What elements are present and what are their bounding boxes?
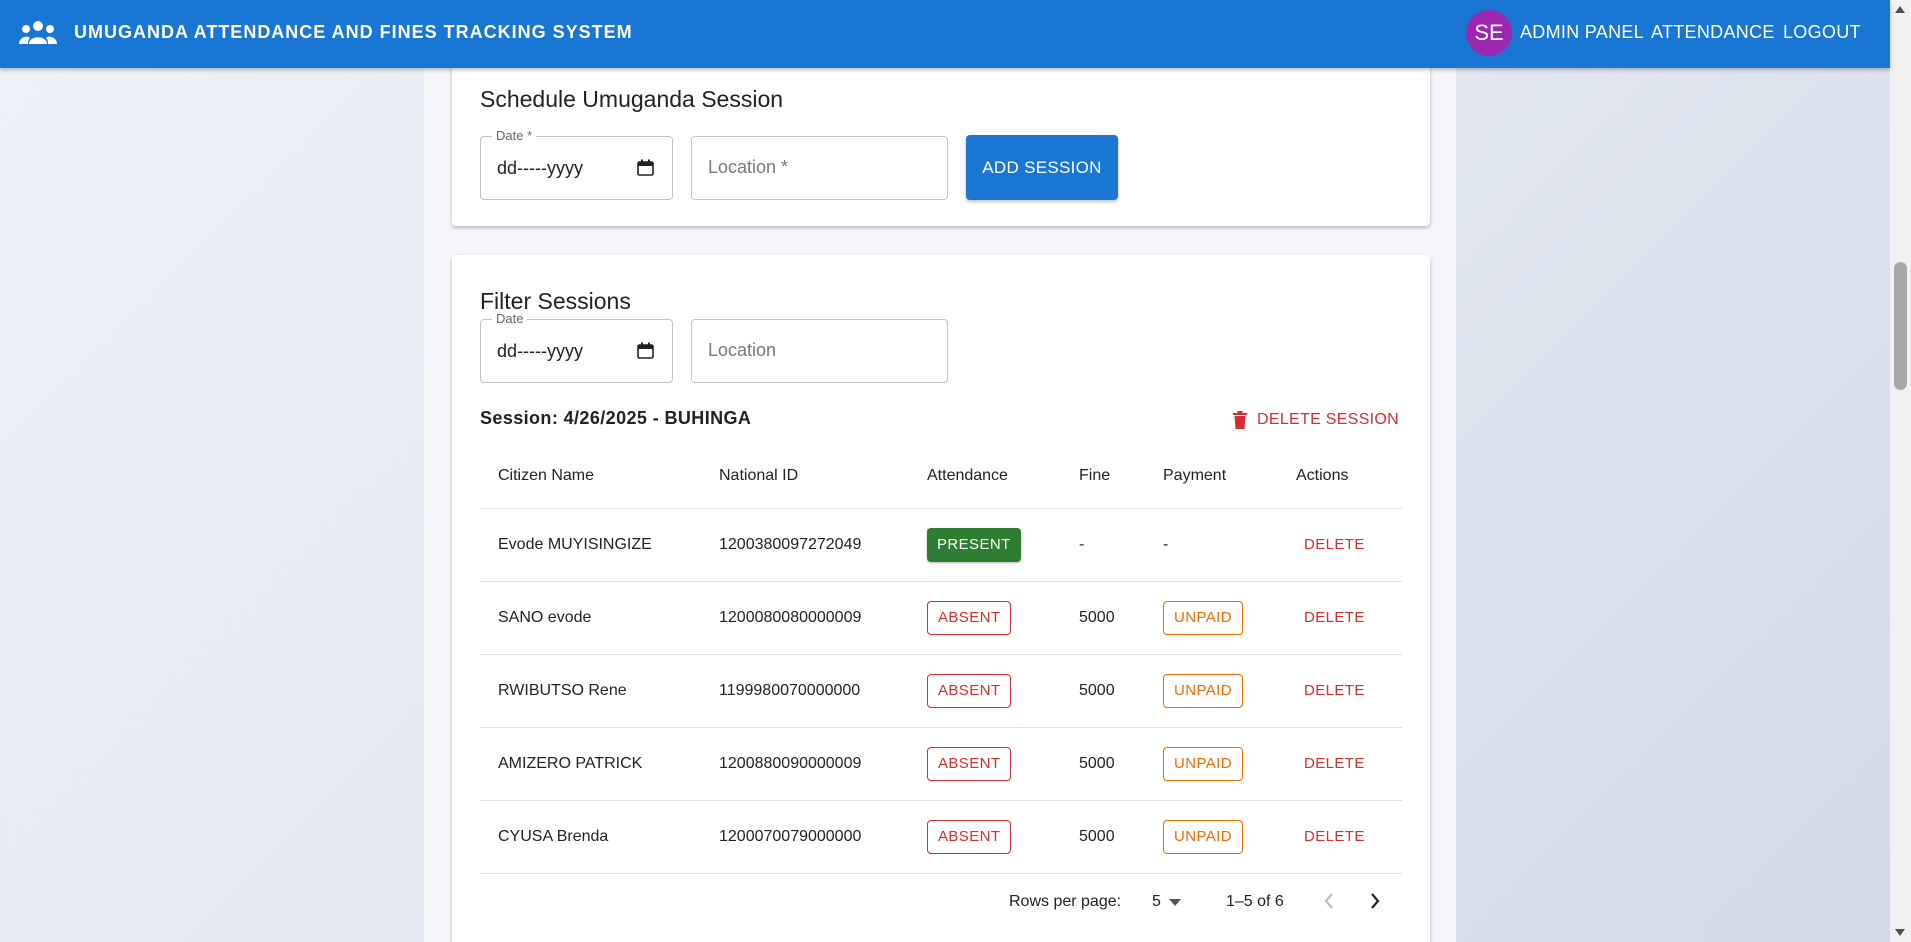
cell-national-id: 1200380097272049	[701, 508, 909, 582]
session-label: Session: 4/26/2025 - BUHINGA	[480, 408, 752, 428]
delete-row-button[interactable]: DELETE	[1296, 609, 1365, 626]
page-scrollbar[interactable]	[1890, 0, 1911, 942]
add-session-button[interactable]: ADD SESSION	[966, 135, 1118, 200]
attendance-absent-chip[interactable]: ABSENT	[927, 600, 1012, 635]
caret-down-icon	[1168, 898, 1181, 906]
cell-citizen-name: CYUSA Brenda	[480, 800, 701, 874]
filter-date-input[interactable]: Date dd-----yyyy	[480, 311, 673, 383]
attendance-table: Citizen Name National ID Attendance Fine…	[480, 444, 1402, 874]
cell-fine: 5000	[1061, 800, 1145, 874]
column-header-fine: Fine	[1061, 444, 1145, 509]
schedule-session-title: Schedule Umuganda Session	[480, 86, 784, 112]
calendar-icon[interactable]	[637, 159, 654, 176]
column-header-payment: Payment	[1145, 444, 1278, 509]
attendance-absent-chip[interactable]: ABSENT	[927, 673, 1012, 708]
app-bar: UMUGANDA ATTENDANCE AND FINES TRACKING S…	[0, 0, 1890, 68]
payment-unpaid-chip[interactable]: UNPAID	[1163, 819, 1243, 854]
cell-payment: -	[1145, 508, 1278, 582]
payment-unpaid-chip[interactable]: UNPAID	[1163, 673, 1243, 708]
trash-icon	[1233, 411, 1247, 429]
rows-per-page-select[interactable]: 5	[1152, 893, 1181, 911]
attendance-absent-chip[interactable]: ABSENT	[927, 819, 1012, 854]
column-header-attendance: Attendance	[909, 444, 1061, 509]
column-header-national-id: National ID	[701, 444, 909, 509]
delete-row-button[interactable]: DELETE	[1296, 682, 1365, 699]
payment-unpaid-chip[interactable]: UNPAID	[1163, 600, 1243, 635]
group-icon	[19, 21, 57, 44]
attendance-button[interactable]: ATTENDANCE	[1651, 22, 1775, 43]
app-title: UMUGANDA ATTENDANCE AND FINES TRACKING S…	[74, 22, 633, 42]
scroll-up-icon[interactable]	[1895, 6, 1905, 13]
cell-national-id: 1200880090000009	[701, 727, 909, 801]
cell-citizen-name: RWIBUTSO Rene	[480, 654, 701, 728]
schedule-date-value: dd-----yyyy	[497, 158, 583, 178]
delete-session-label: DELETE SESSION	[1257, 411, 1400, 428]
pagination-range: 1–5 of 6	[1226, 893, 1284, 910]
filter-date-value: dd-----yyyy	[497, 341, 583, 361]
cell-national-id: 1200080080000009	[701, 581, 909, 655]
table-header-row: Citizen Name National ID Attendance Fine…	[480, 444, 1402, 509]
column-header-actions: Actions	[1278, 444, 1402, 509]
attendance-present-chip[interactable]: PRESENT	[927, 527, 1021, 562]
cell-fine: 5000	[1061, 654, 1145, 728]
delete-row-button[interactable]: DELETE	[1296, 536, 1365, 553]
cell-citizen-name: AMIZERO PATRICK	[480, 727, 701, 801]
delete-session-button[interactable]: DELETE SESSION	[1233, 411, 1399, 429]
cell-citizen-name: Evode MUYISINGIZE	[480, 508, 701, 582]
payment-unpaid-chip[interactable]: UNPAID	[1163, 746, 1243, 781]
filter-location-input[interactable]: Location	[691, 319, 948, 383]
cell-fine: 5000	[1061, 581, 1145, 655]
previous-page-icon[interactable]	[1323, 892, 1335, 910]
cell-national-id: 1200070079000000	[701, 800, 909, 874]
admin-panel-button[interactable]: ADMIN PANEL	[1520, 22, 1644, 43]
schedule-location-placeholder: Location *	[708, 157, 789, 177]
schedule-session-card: Schedule Umuganda Session Date * dd-----…	[452, 50, 1430, 226]
delete-row-button[interactable]: DELETE	[1296, 828, 1365, 845]
cell-citizen-name: SANO evode	[480, 581, 701, 655]
rows-per-page-value: 5	[1152, 893, 1161, 910]
table-row: SANO evode 1200080080000009 ABSENT 5000 …	[480, 581, 1402, 655]
table-row: RWIBUTSO Rene 1199980070000000 ABSENT 50…	[480, 654, 1402, 728]
cell-fine: 5000	[1061, 727, 1145, 801]
scrollbar-thumb[interactable]	[1894, 262, 1907, 390]
cell-fine: -	[1061, 508, 1145, 582]
next-page-icon[interactable]	[1369, 892, 1381, 910]
avatar[interactable]: SE	[1466, 10, 1512, 56]
table-row: CYUSA Brenda 1200070079000000 ABSENT 500…	[480, 800, 1402, 874]
delete-row-button[interactable]: DELETE	[1296, 755, 1365, 772]
schedule-date-label: Date *	[492, 128, 537, 143]
filter-date-label: Date	[492, 311, 528, 326]
rows-per-page-label: Rows per page:	[1009, 893, 1122, 910]
cell-national-id: 1199980070000000	[701, 654, 909, 728]
filter-location-placeholder: Location	[708, 340, 777, 360]
scroll-down-icon[interactable]	[1895, 929, 1905, 936]
table-row: Evode MUYISINGIZE 1200380097272049 PRESE…	[480, 508, 1402, 582]
schedule-location-input[interactable]: Location *	[691, 136, 948, 200]
logout-button[interactable]: LOGOUT	[1783, 22, 1861, 43]
schedule-date-input[interactable]: Date * dd-----yyyy	[480, 128, 673, 200]
calendar-icon[interactable]	[637, 342, 654, 359]
filter-sessions-card: Filter Sessions Date dd-----yyyy Locatio…	[452, 255, 1430, 942]
column-header-citizen-name: Citizen Name	[480, 444, 701, 509]
table-row: AMIZERO PATRICK 1200880090000009 ABSENT …	[480, 727, 1402, 801]
attendance-absent-chip[interactable]: ABSENT	[927, 746, 1012, 781]
